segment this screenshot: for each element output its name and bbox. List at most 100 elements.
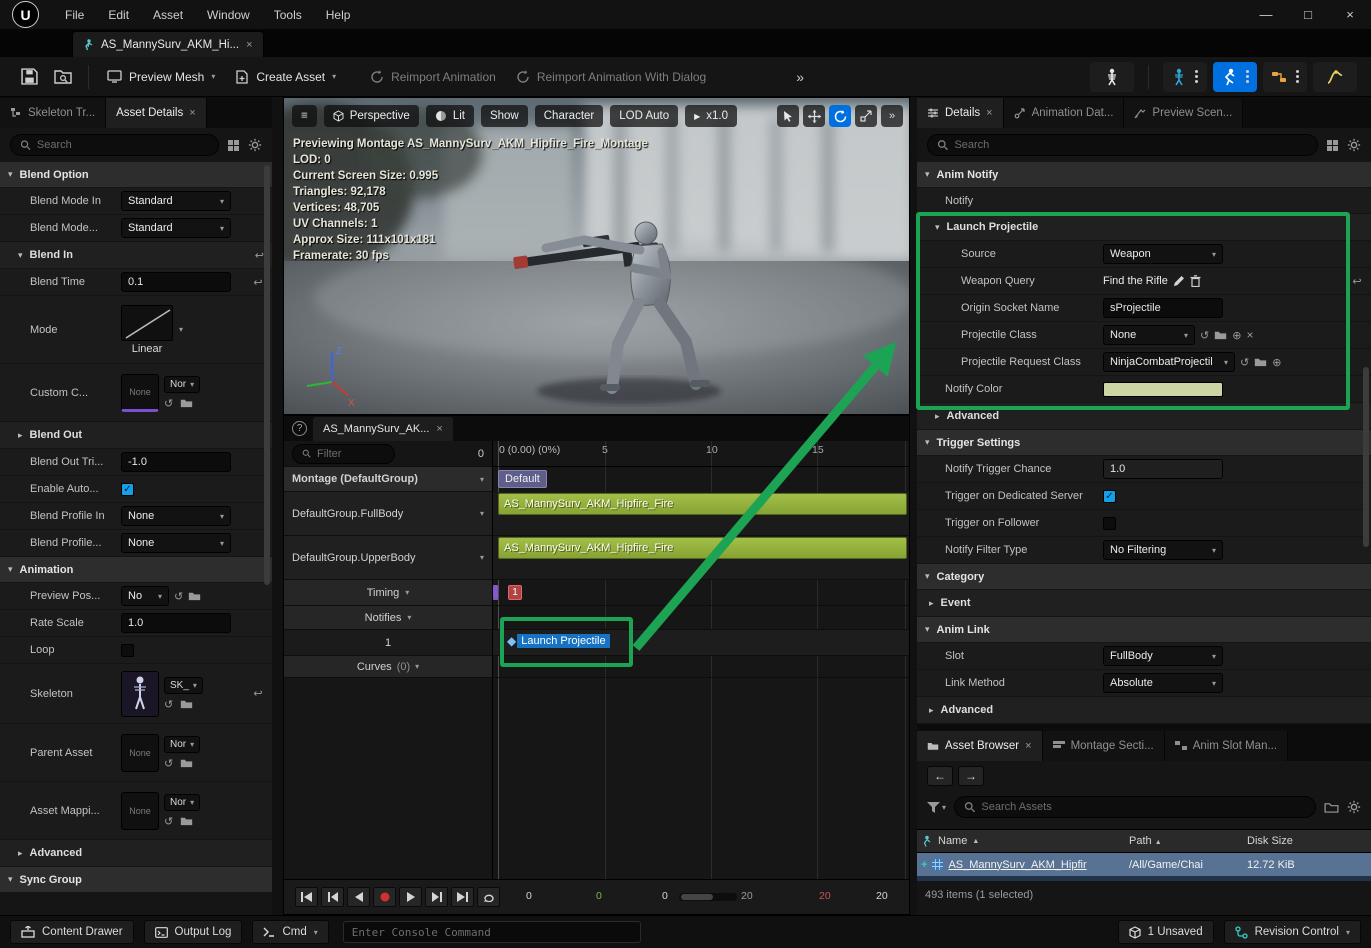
tab-animation-data[interactable]: Animation Dat... xyxy=(1003,98,1125,128)
viewport-menu-button[interactable]: ≡ xyxy=(292,105,317,127)
timeline-scrollbar[interactable] xyxy=(679,893,737,901)
asset-tab[interactable]: AS_MannySurv_AKM_Hi... × xyxy=(72,31,264,57)
asset-row-selected[interactable]: + AS_MannySurv_AKM_Hipfir /All/Game/Chai… xyxy=(917,853,1371,876)
custom-curve-dropdown[interactable]: Nor ▾ xyxy=(164,375,201,393)
trigger-chance-field[interactable] xyxy=(1103,459,1223,479)
advanced-header-1[interactable]: ▸ Advanced xyxy=(917,403,1371,430)
preview-viewport[interactable]: ≡ Perspective Lit Show Character LOD Aut… xyxy=(283,97,910,415)
asset-search-input[interactable] xyxy=(981,801,1306,813)
tab-asset-details[interactable]: Asset Details × xyxy=(106,98,207,128)
enable-auto-checkbox[interactable]: ✓ xyxy=(121,482,134,496)
forward-button[interactable]: → xyxy=(958,766,984,786)
back-button[interactable]: ← xyxy=(927,766,953,786)
asset-mapping-dropdown[interactable]: Nor ▾ xyxy=(164,793,201,811)
custom-curve-thumbnail[interactable]: None xyxy=(121,373,159,412)
search-box[interactable] xyxy=(10,134,219,156)
advanced-header[interactable]: ▸ Advanced xyxy=(0,840,272,867)
projectile-class-dropdown[interactable]: None ▾ xyxy=(1103,325,1195,345)
notify-track-1-row[interactable]: 1 xyxy=(284,630,492,656)
view-options-icon[interactable] xyxy=(227,139,240,152)
blend-time-field[interactable] xyxy=(121,272,231,292)
section-animation[interactable]: ▾ Animation xyxy=(0,557,272,583)
blend-in-header[interactable]: ▾ Blend In ↩ xyxy=(0,242,272,269)
skeleton-dropdown[interactable]: SK_ ▾ xyxy=(164,676,203,694)
blend-mode-out-dropdown[interactable]: Standard ▾ xyxy=(121,218,231,238)
gear-icon[interactable] xyxy=(1347,138,1361,152)
blueprint-mode-button[interactable] xyxy=(1263,61,1307,92)
browse-folder-icon[interactable] xyxy=(188,591,201,601)
browse-folder-icon[interactable] xyxy=(1254,357,1267,367)
blend-out-trigger-field[interactable] xyxy=(121,452,231,472)
console-input[interactable] xyxy=(351,925,632,939)
parent-asset-thumbnail[interactable]: None xyxy=(121,733,159,772)
animation-mode-button[interactable] xyxy=(1213,61,1257,92)
slot-dropdown[interactable]: FullBody ▾ xyxy=(1103,646,1223,666)
go-to-end-button[interactable] xyxy=(451,887,474,907)
column-path[interactable]: Path ▲ xyxy=(1129,835,1247,847)
blend-time-input[interactable] xyxy=(128,276,224,288)
blend-out-header[interactable]: ▸ Blend Out xyxy=(0,422,272,449)
cmd-button[interactable]: Cmd ▾ xyxy=(252,920,329,944)
preview-mesh-button[interactable]: Preview Mesh ▾ xyxy=(97,62,225,92)
launch-projectile-notify[interactable]: ◆ Launch Projectile xyxy=(507,634,610,648)
reset-to-default-icon[interactable]: ↩ xyxy=(255,249,264,262)
reimport-animation-button[interactable]: Reimport Animation xyxy=(360,62,506,92)
skeleton-thumbnail[interactable] xyxy=(121,670,159,717)
event-header[interactable]: ▸ Event xyxy=(917,590,1371,617)
blend-out-trigger-input[interactable] xyxy=(128,456,224,468)
left-panel-scrollbar[interactable] xyxy=(264,165,270,585)
section-anim-link[interactable]: ▾ Anim Link xyxy=(917,617,1371,643)
browse-folder-icon[interactable] xyxy=(180,815,193,828)
section-category[interactable]: ▾ Category xyxy=(917,564,1371,590)
use-selected-asset-icon[interactable]: ↺ xyxy=(174,590,183,603)
timeline-ruler[interactable]: 0 (0.00) (0%) 5 10 15 xyxy=(493,441,909,467)
link-method-dropdown[interactable]: Absolute ▾ xyxy=(1103,673,1223,693)
browse-folder-icon[interactable] xyxy=(180,397,193,410)
use-selected-asset-icon[interactable]: ↺ xyxy=(164,698,173,711)
montage-group-row[interactable]: Montage (DefaultGroup) ▾ xyxy=(284,467,492,492)
close-icon[interactable]: × xyxy=(986,107,992,119)
more-options-icon[interactable] xyxy=(1246,75,1249,78)
origin-socket-field[interactable] xyxy=(1103,298,1223,318)
minimize-button[interactable]: — xyxy=(1245,0,1287,30)
trigger-chance-input[interactable] xyxy=(1110,463,1216,475)
filter-funnel-icon[interactable]: ▾ xyxy=(927,801,946,813)
revision-control-button[interactable]: Revision Control ▾ xyxy=(1223,920,1361,944)
menu-help[interactable]: Help xyxy=(314,0,363,30)
menu-window[interactable]: Window xyxy=(195,0,262,30)
rate-scale-field[interactable] xyxy=(121,613,231,633)
close-icon[interactable]: × xyxy=(246,39,252,51)
use-selected-asset-icon[interactable]: ↺ xyxy=(1200,329,1209,342)
use-selected-asset-icon[interactable]: ↺ xyxy=(1240,356,1249,369)
console-input-box[interactable] xyxy=(342,921,641,943)
details-scrollbar[interactable] xyxy=(1363,367,1369,547)
help-icon[interactable]: ? xyxy=(292,421,307,436)
asset-mapping-thumbnail[interactable]: None xyxy=(121,791,159,830)
column-disk-size[interactable]: Disk Size xyxy=(1247,835,1371,847)
use-selected-asset-icon[interactable]: ↺ xyxy=(164,397,173,410)
scale-tool-icon[interactable] xyxy=(855,105,877,127)
details-search-box[interactable] xyxy=(927,134,1318,156)
blend-curve-picker[interactable]: Linear ▾ xyxy=(121,304,183,355)
close-icon[interactable]: × xyxy=(189,107,195,119)
details-search-input[interactable] xyxy=(954,139,1308,151)
skeleton-mode-button[interactable] xyxy=(1090,61,1134,92)
go-to-start-button[interactable] xyxy=(295,887,318,907)
timeline-asset-tab[interactable]: AS_MannySurv_AK... × xyxy=(313,416,453,441)
section-sync-group[interactable]: ▾ Sync Group xyxy=(0,867,272,893)
menu-edit[interactable]: Edit xyxy=(96,0,141,30)
gear-icon[interactable] xyxy=(248,138,262,152)
browse-folder-icon[interactable] xyxy=(180,698,193,711)
step-backward-button[interactable] xyxy=(321,887,344,907)
close-icon[interactable]: × xyxy=(1025,740,1031,752)
tab-asset-browser[interactable]: Asset Browser × xyxy=(917,731,1043,761)
fullbody-montage-clip[interactable]: AS_MannySurv_AKM_Hipfire_Fire xyxy=(498,493,907,515)
menu-tools[interactable]: Tools xyxy=(262,0,314,30)
trigger-follower-checkbox[interactable] xyxy=(1103,516,1116,530)
add-plus-icon[interactable]: ⊕ xyxy=(1272,356,1281,369)
timing-track-row[interactable]: Timing ▾ xyxy=(284,580,492,606)
unreal-logo-icon[interactable]: U xyxy=(12,1,39,28)
select-tool-icon[interactable] xyxy=(777,105,799,127)
blend-mode-in-dropdown[interactable]: Standard ▾ xyxy=(121,191,231,211)
section-blend-option[interactable]: ▾ Blend Option xyxy=(0,162,272,188)
